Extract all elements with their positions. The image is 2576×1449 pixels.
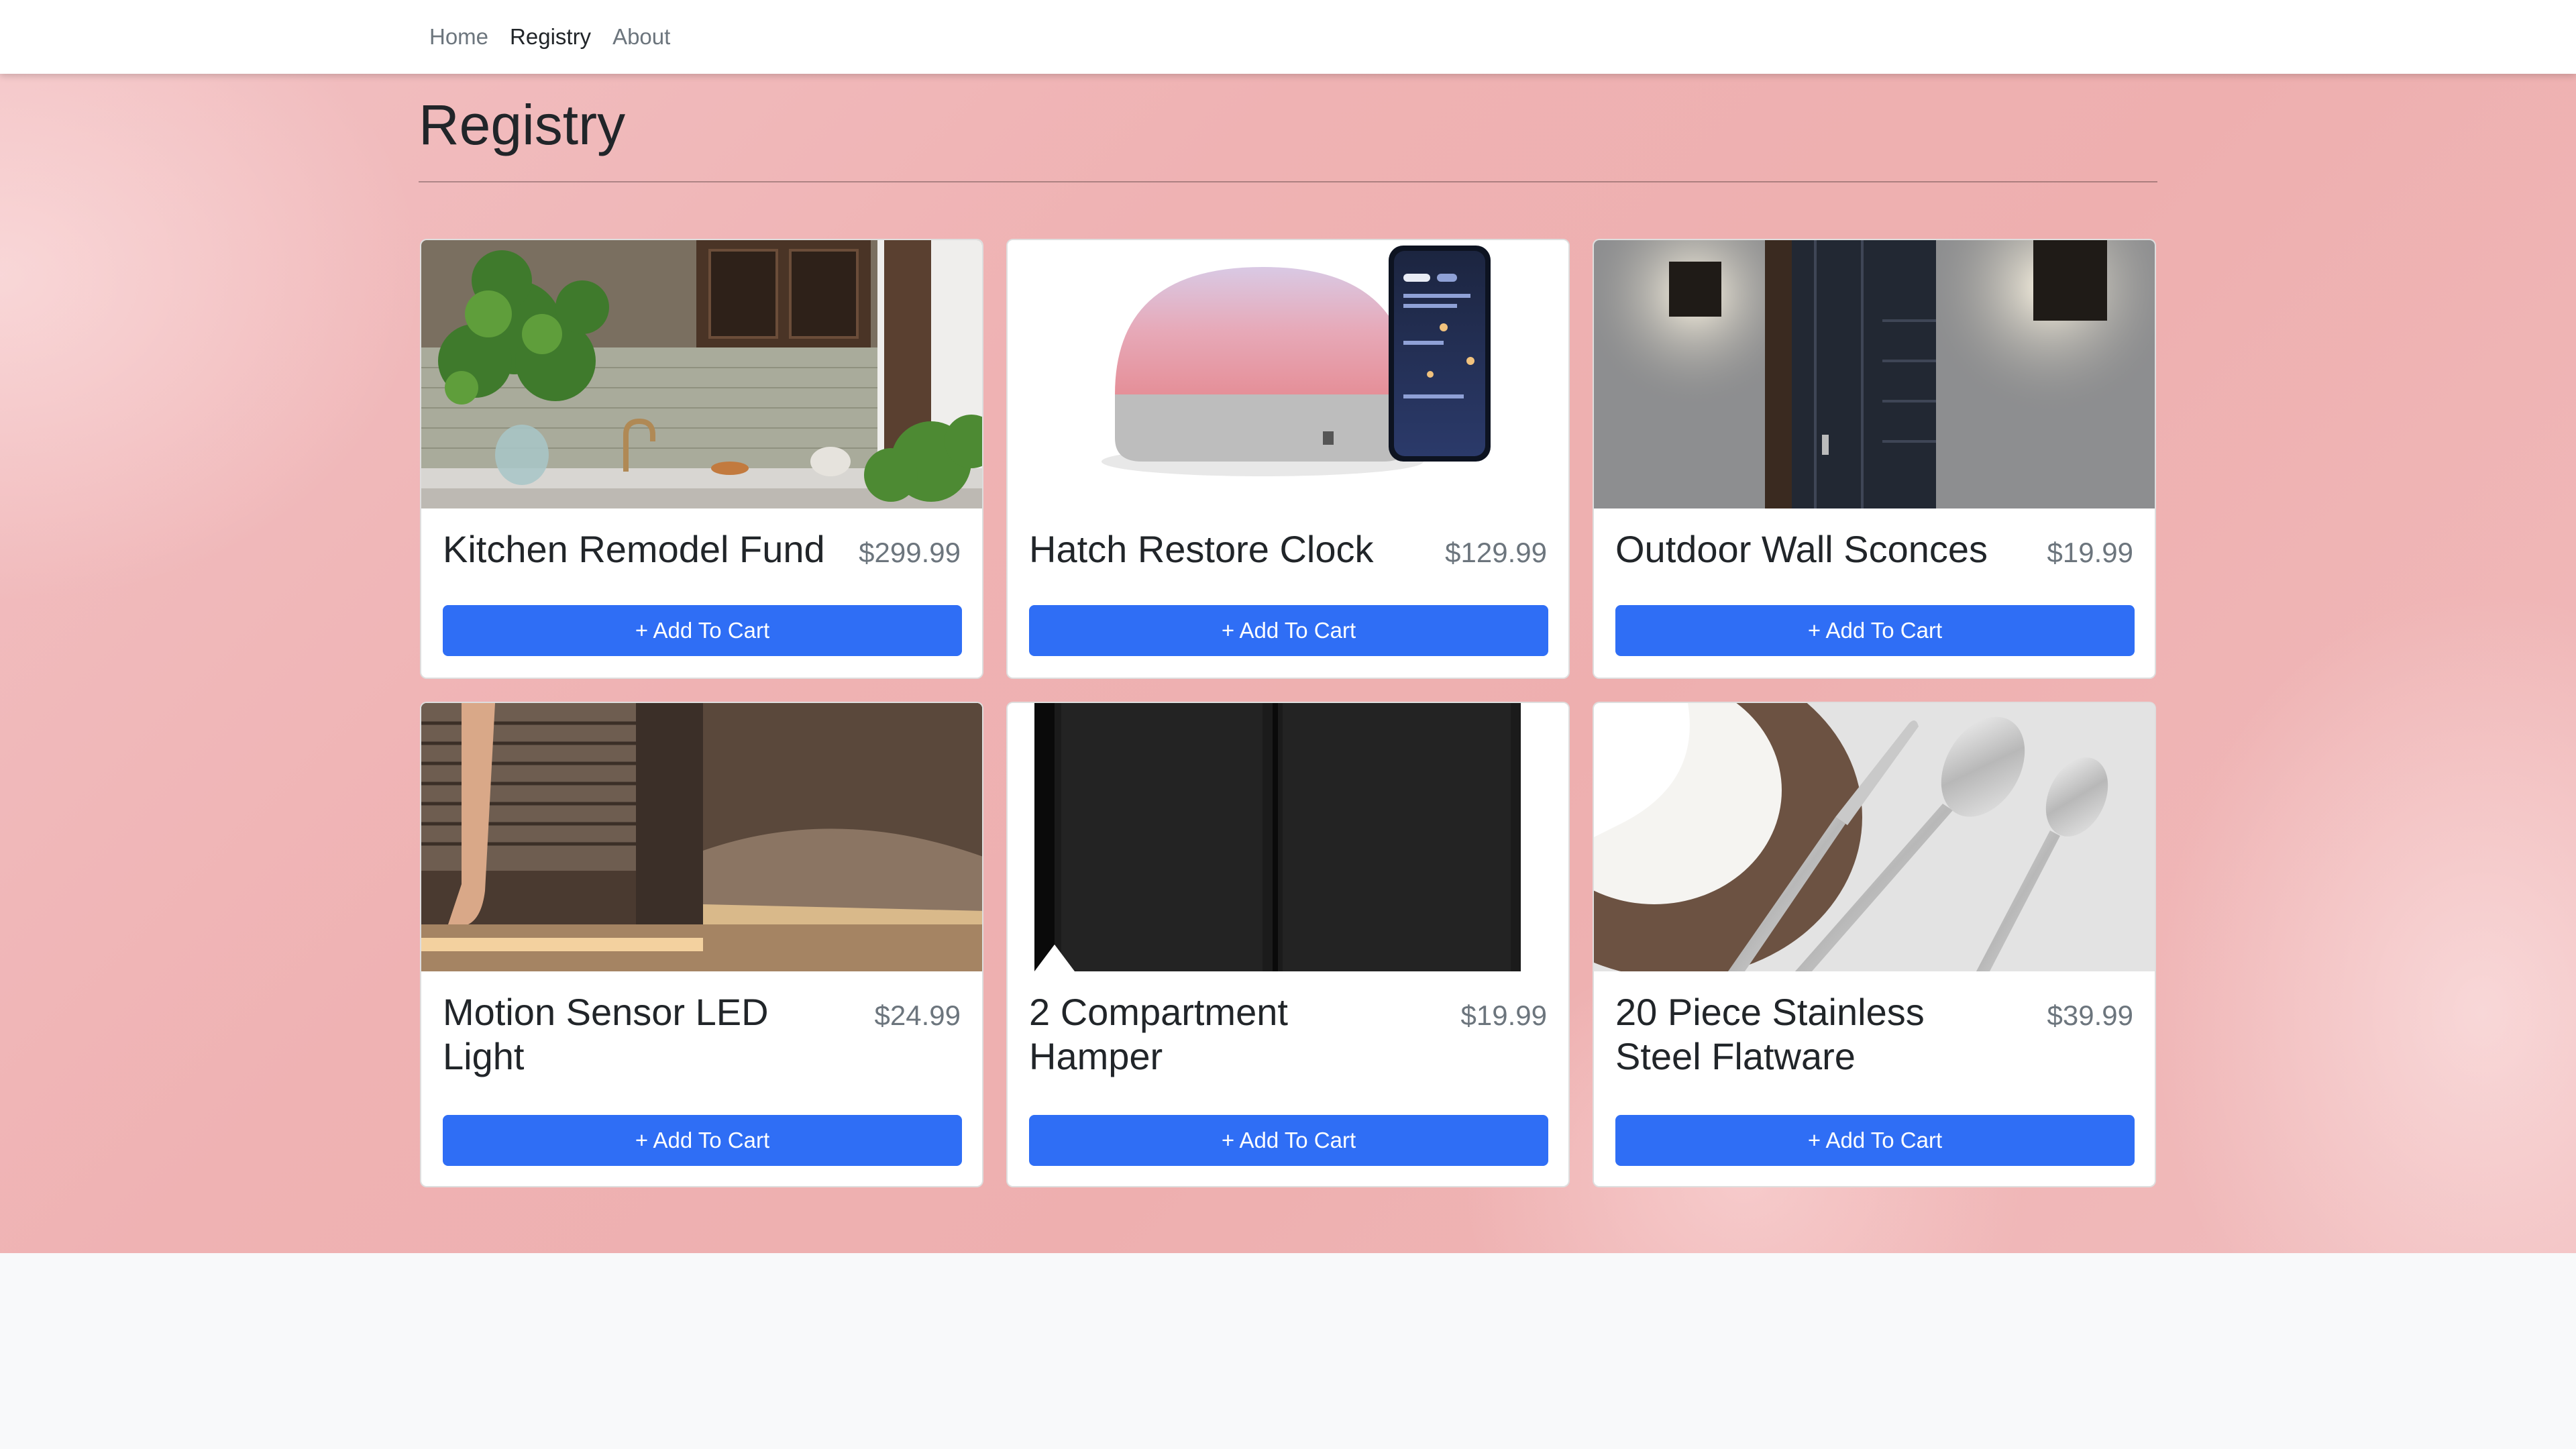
product-name: 20 Piece Stainless Steel Flatware xyxy=(1615,991,1925,1077)
product-image-motion-light[interactable] xyxy=(421,703,982,971)
product-price: $39.99 xyxy=(2047,1000,2133,1031)
add-to-cart-button[interactable]: + Add To Cart xyxy=(1029,1115,1548,1166)
product-card-kitchen-remodel-fund: Kitchen Remodel Fund $299.99 + Add To Ca… xyxy=(420,239,983,679)
add-to-cart-button[interactable]: + Add To Cart xyxy=(1029,605,1548,656)
product-image-flatware[interactable] xyxy=(1594,703,2155,971)
product-price: $19.99 xyxy=(1460,1000,1547,1031)
product-name: Motion Sensor LED Light xyxy=(443,991,769,1077)
product-price: $24.99 xyxy=(874,1000,961,1031)
title-divider xyxy=(419,181,2157,182)
product-name: 2 Compartment Hamper xyxy=(1029,991,1288,1077)
page-title: Registry xyxy=(419,93,626,156)
product-price: $19.99 xyxy=(2047,537,2133,568)
product-card-outdoor-wall-sconces: Outdoor Wall Sconces $19.99 + Add To Car… xyxy=(1593,239,2156,679)
add-to-cart-button[interactable]: + Add To Cart xyxy=(443,1115,962,1166)
add-to-cart-button[interactable]: + Add To Cart xyxy=(443,605,962,656)
product-image-hatch[interactable] xyxy=(1008,240,1568,508)
product-image-sconces[interactable] xyxy=(1594,240,2155,508)
product-card-2-compartment-hamper: 2 Compartment Hamper $19.99 + Add To Car… xyxy=(1006,702,1570,1187)
product-name: Hatch Restore Clock xyxy=(1029,528,1374,570)
nav-link-registry[interactable]: Registry xyxy=(499,24,602,50)
product-card-motion-sensor-led-light: Motion Sensor LED Light $24.99 + Add To … xyxy=(420,702,983,1187)
product-image-kitchen[interactable] xyxy=(421,240,982,508)
product-card-hatch-restore-clock: Hatch Restore Clock $129.99 + Add To Car… xyxy=(1006,239,1570,679)
add-to-cart-button[interactable]: + Add To Cart xyxy=(1615,605,2135,656)
product-price: $299.99 xyxy=(859,537,961,568)
product-price: $129.99 xyxy=(1445,537,1547,568)
product-name: Outdoor Wall Sconces xyxy=(1615,528,1988,570)
product-name: Kitchen Remodel Fund xyxy=(443,528,825,570)
product-image-hamper[interactable] xyxy=(1008,703,1568,971)
product-card-20-piece-flatware: 20 Piece Stainless Steel Flatware $39.99… xyxy=(1593,702,2156,1187)
nav-link-home[interactable]: Home xyxy=(419,24,499,50)
top-navbar: Home Registry About xyxy=(0,0,2576,74)
nav-links: Home Registry About xyxy=(419,0,681,74)
add-to-cart-button[interactable]: + Add To Cart xyxy=(1615,1115,2135,1166)
nav-link-about[interactable]: About xyxy=(602,24,681,50)
